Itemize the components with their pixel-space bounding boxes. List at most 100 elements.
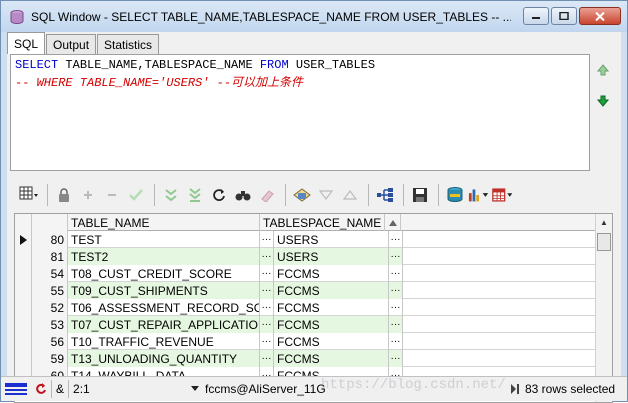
table-row[interactable]: 53 T07_CUST_REPAIR_APPLICATION ··· FCCMS ··· bbox=[15, 316, 612, 333]
tab-statistics[interactable]: Statistics bbox=[97, 34, 160, 54]
double-chevron-down-icon bbox=[165, 189, 177, 202]
last-page-button[interactable] bbox=[184, 184, 206, 206]
table-row[interactable]: 59 T13_UNLOADING_QUANTITY ··· FCCMS ··· bbox=[15, 350, 612, 367]
cell-table-name[interactable]: TEST2 bbox=[68, 248, 260, 265]
cell-table-name[interactable]: T06_ASSESSMENT_RECORD_SCORE bbox=[68, 299, 260, 316]
delete-record-button[interactable] bbox=[101, 184, 123, 206]
cell-edit-button[interactable]: ··· bbox=[260, 231, 274, 248]
cell-edit-button[interactable]: ··· bbox=[260, 265, 274, 282]
close-button[interactable] bbox=[579, 7, 621, 25]
cell-tablespace-name[interactable]: FCCMS bbox=[274, 299, 389, 316]
cell-edit-button[interactable]: ··· bbox=[389, 248, 403, 265]
status-bar: & 2:1 fccms@AliServer_11G 83 rows select… bbox=[1, 376, 627, 401]
cell-edit-button[interactable]: ··· bbox=[260, 333, 274, 350]
cell-edit-button[interactable]: ··· bbox=[260, 299, 274, 316]
query-by-example-button[interactable] bbox=[291, 184, 313, 206]
table-row[interactable]: 81 TEST2 ··· USERS ··· bbox=[15, 248, 612, 265]
minimize-button[interactable] bbox=[523, 7, 549, 25]
row-indicator[interactable] bbox=[15, 265, 32, 282]
find-button[interactable] bbox=[232, 184, 254, 206]
connection-dropdown[interactable]: fccms@AliServer_11G bbox=[187, 377, 330, 402]
cell-edit-button[interactable]: ··· bbox=[260, 350, 274, 367]
row-indicator[interactable] bbox=[15, 282, 32, 299]
next-page-button[interactable] bbox=[160, 184, 182, 206]
table-row[interactable]: 56 T10_TRAFFIC_REVENUE ··· FCCMS ··· bbox=[15, 333, 612, 350]
filter-down-button[interactable] bbox=[315, 184, 337, 206]
previous-statement-button[interactable] bbox=[595, 62, 611, 78]
single-record-view-button[interactable] bbox=[374, 184, 396, 206]
row-indicator[interactable] bbox=[15, 248, 32, 265]
next-statement-button[interactable] bbox=[595, 93, 611, 109]
clear-button[interactable] bbox=[256, 184, 278, 206]
cell-edit-button[interactable]: ··· bbox=[389, 333, 403, 350]
cell-edit-button[interactable]: ··· bbox=[260, 248, 274, 265]
row-indicator[interactable] bbox=[15, 299, 32, 316]
connection-label: fccms@AliServer_11G bbox=[205, 382, 326, 396]
table-row[interactable]: 52T06_ASSESSMENT_RECORD_SCORE···FCCMS··· bbox=[15, 299, 612, 316]
cell-edit-button[interactable]: ··· bbox=[389, 350, 403, 367]
cell-tablespace-name[interactable]: USERS bbox=[274, 248, 389, 265]
filter-up-button[interactable] bbox=[339, 184, 361, 206]
table-row[interactable]: 54 T08_CUST_CREDIT_SCORE ··· FCCMS ··· bbox=[15, 265, 612, 282]
rows-selected-status: 83 rows selected bbox=[505, 377, 623, 402]
query-icon bbox=[293, 188, 311, 202]
execution-indicator-icon bbox=[5, 383, 27, 395]
row-indicator[interactable] bbox=[15, 350, 32, 367]
arrow-down-icon bbox=[597, 95, 609, 107]
scroll-thumb[interactable] bbox=[597, 233, 611, 251]
cell-table-name[interactable]: T09_CUST_SHIPMENTS bbox=[68, 282, 260, 299]
sort-indicator[interactable] bbox=[385, 214, 401, 231]
cell-table-name[interactable]: TEST bbox=[68, 231, 260, 248]
vertical-scrollbar[interactable]: ▲ ▼ bbox=[595, 214, 612, 402]
spreadsheet-button[interactable] bbox=[492, 184, 514, 206]
chart-button[interactable] bbox=[468, 184, 490, 206]
refresh-icon bbox=[213, 189, 225, 201]
maximize-button[interactable] bbox=[551, 7, 577, 25]
cell-tablespace-name[interactable]: FCCMS bbox=[274, 282, 389, 299]
cell-tablespace-name[interactable]: USERS bbox=[274, 231, 389, 248]
cell-edit-button[interactable]: ··· bbox=[389, 265, 403, 282]
cell-table-name[interactable]: T07_CUST_REPAIR_APPLICATION bbox=[68, 316, 260, 333]
cell-table-name[interactable]: T13_UNLOADING_QUANTITY bbox=[68, 350, 260, 367]
grid-layout-button[interactable] bbox=[18, 184, 40, 206]
export-button[interactable] bbox=[444, 184, 466, 206]
row-indicator[interactable] bbox=[15, 316, 32, 333]
title-bar[interactable]: SQL Window - SELECT TABLE_NAME,TABLESPAC… bbox=[1, 1, 627, 32]
cell-table-name[interactable]: T10_TRAFFIC_REVENUE bbox=[68, 333, 260, 350]
post-changes-button[interactable] bbox=[125, 184, 147, 206]
row-indicator[interactable] bbox=[15, 333, 32, 350]
column-header-table-name[interactable]: TABLE_NAME bbox=[68, 214, 260, 231]
table-row[interactable]: 55 T09_CUST_SHIPMENTS ··· FCCMS ··· bbox=[15, 282, 612, 299]
tree-icon bbox=[377, 188, 393, 202]
lock-button[interactable] bbox=[53, 184, 75, 206]
cell-tablespace-name[interactable]: FCCMS bbox=[274, 350, 389, 367]
cell-edit-button[interactable]: ··· bbox=[389, 231, 403, 248]
cell-edit-button[interactable]: ··· bbox=[389, 299, 403, 316]
save-button[interactable] bbox=[409, 184, 431, 206]
sql-editor[interactable]: SELECT TABLE_NAME,TABLESPACE_NAME FROM U… bbox=[10, 54, 590, 171]
results-grid[interactable]: TABLE_NAME TABLESPACE_NAME 80 TEST ··· USER… bbox=[14, 213, 613, 403]
tab-sql[interactable]: SQL bbox=[7, 32, 46, 54]
cell-edit-button[interactable]: ··· bbox=[260, 316, 274, 333]
cell-tablespace-name[interactable]: FCCMS bbox=[274, 265, 389, 282]
rows-icon bbox=[511, 384, 519, 394]
tab-output[interactable]: Output bbox=[46, 34, 97, 54]
cell-edit-button[interactable]: ··· bbox=[389, 316, 403, 333]
cell-edit-button[interactable]: ··· bbox=[260, 282, 274, 299]
cell-table-name[interactable]: T08_CUST_CREDIT_SCORE bbox=[68, 265, 260, 282]
keyword-select: SELECT bbox=[15, 58, 59, 72]
table-row[interactable]: 80 TEST ··· USERS ··· bbox=[15, 231, 612, 248]
recall-button[interactable] bbox=[31, 377, 51, 402]
cell-tablespace-name[interactable]: FCCMS bbox=[274, 333, 389, 350]
insert-record-button[interactable] bbox=[77, 184, 99, 206]
row-indicator[interactable] bbox=[15, 231, 32, 248]
scroll-up-button[interactable]: ▲ bbox=[596, 214, 612, 230]
column-header-tablespace-name[interactable]: TABLESPACE_NAME bbox=[260, 214, 385, 231]
database-export-icon bbox=[447, 187, 463, 203]
refresh-button[interactable] bbox=[208, 184, 230, 206]
cell-tablespace-name[interactable]: FCCMS bbox=[274, 316, 389, 333]
toolbar-separator bbox=[154, 184, 155, 206]
minus-icon bbox=[108, 194, 116, 196]
cell-edit-button[interactable]: ··· bbox=[389, 282, 403, 299]
toolbar-separator bbox=[438, 184, 439, 206]
